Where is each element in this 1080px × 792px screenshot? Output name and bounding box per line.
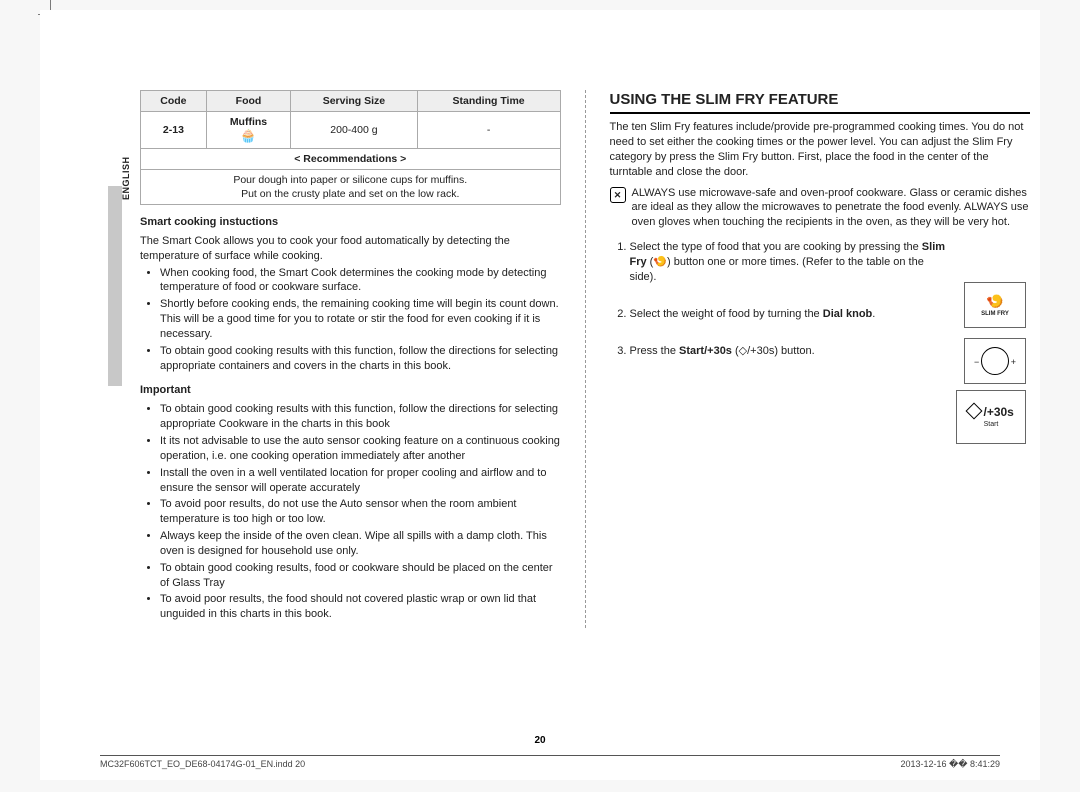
cell-food: Muffins 🧁 bbox=[206, 112, 290, 148]
dial-icon: − + bbox=[981, 347, 1009, 375]
important-list: To obtain good cooking results with this… bbox=[140, 402, 561, 622]
page-content: ENGLISH Code Food Serving Size Standing … bbox=[140, 90, 1030, 628]
list-item: When cooking food, the Smart Cook determ… bbox=[160, 266, 561, 296]
language-label: ENGLISH bbox=[120, 156, 132, 200]
cell-time: - bbox=[417, 112, 560, 148]
warning-text: ALWAYS use microwave-safe and oven-proof… bbox=[632, 186, 1031, 231]
warning-icon: ✕ bbox=[610, 187, 626, 203]
slim-fry-icon: 🍤 bbox=[986, 292, 1003, 311]
warning-block: ✕ ALWAYS use microwave-safe and oven-pro… bbox=[610, 186, 1031, 231]
print-footer: MC32F606TCT_EO_DE68-04174G-01_EN.indd 20… bbox=[100, 755, 1000, 770]
list-item: It its not advisable to use the auto sen… bbox=[160, 434, 561, 464]
start-button-illustration: /+30s Start bbox=[956, 390, 1026, 444]
muffin-icon: 🧁 bbox=[240, 129, 256, 142]
list-item: Install the oven in a well ventilated lo… bbox=[160, 466, 561, 496]
list-item: To obtain good cooking results, food or … bbox=[160, 561, 561, 591]
footer-timestamp: 2013-12-16 �� 8:41:29 bbox=[900, 759, 1000, 770]
step-1: Select the type of food that you are coo… bbox=[630, 240, 1031, 285]
th-time: Standing Time bbox=[417, 91, 560, 112]
smart-cooking-heading: Smart cooking instuctions bbox=[140, 215, 561, 230]
page-number: 20 bbox=[40, 735, 1040, 746]
food-table: Code Food Serving Size Standing Time 2-1… bbox=[140, 90, 561, 205]
list-item: Shortly before cooking ends, the remaini… bbox=[160, 297, 561, 342]
smart-cooking-intro: The Smart Cook allows you to cook your f… bbox=[140, 234, 561, 264]
step-bold: Start/+30s bbox=[679, 345, 732, 357]
start-sub-label: Start bbox=[984, 420, 999, 429]
list-item: Always keep the inside of the oven clean… bbox=[160, 529, 561, 559]
start-30s-label: +30s bbox=[987, 405, 1014, 419]
dial-knob-illustration: − + bbox=[964, 338, 1026, 384]
column-divider bbox=[585, 90, 586, 628]
cell-size: 200-400 g bbox=[291, 112, 418, 148]
th-food: Food bbox=[206, 91, 290, 112]
cell-code: 2-13 bbox=[141, 112, 207, 148]
footer-filename: MC32F606TCT_EO_DE68-04174G-01_EN.indd 20 bbox=[100, 759, 305, 770]
recommendations-header: < Recommendations > bbox=[141, 148, 561, 169]
th-code: Code bbox=[141, 91, 207, 112]
right-column: USING THE SLIM FRY FEATURE The ten Slim … bbox=[610, 90, 1031, 628]
table-row: 2-13 Muffins 🧁 200-400 g - bbox=[141, 112, 561, 148]
list-item: To avoid poor results, the food should n… bbox=[160, 592, 561, 622]
step-text: Press the bbox=[630, 345, 680, 357]
step-text: Select the weight of food by turning the bbox=[630, 308, 823, 320]
slim-fry-button-illustration: 🍤 SLIM FRY bbox=[964, 282, 1026, 328]
slim-fry-intro: The ten Slim Fry features include/provid… bbox=[610, 120, 1031, 179]
cell-food-text: Muffins bbox=[230, 116, 267, 128]
table-row: < Recommendations > bbox=[141, 148, 561, 169]
table-row: Pour dough into paper or silicone cups f… bbox=[141, 169, 561, 204]
step-text: . bbox=[872, 308, 875, 320]
step-text: (◇/+30s) button. bbox=[732, 345, 815, 357]
slim-fry-label: SLIM FRY bbox=[981, 310, 1009, 318]
manual-page: ENGLISH Code Food Serving Size Standing … bbox=[40, 10, 1040, 780]
minus-icon: − bbox=[974, 356, 979, 368]
start-diamond-icon bbox=[966, 403, 983, 420]
left-column: ENGLISH Code Food Serving Size Standing … bbox=[140, 90, 561, 628]
language-tab bbox=[108, 186, 122, 386]
list-item: To obtain good cooking results with this… bbox=[160, 344, 561, 374]
slim-fry-title: USING THE SLIM FRY FEATURE bbox=[610, 90, 1031, 114]
smart-cooking-list: When cooking food, the Smart Cook determ… bbox=[140, 266, 561, 374]
plus-icon: + bbox=[1011, 356, 1016, 368]
list-item: To avoid poor results, do not use the Au… bbox=[160, 497, 561, 527]
table-header-row: Code Food Serving Size Standing Time bbox=[141, 91, 561, 112]
list-item: To obtain good cooking results with this… bbox=[160, 402, 561, 432]
step-text: (🍤) button one or more times. (Refer to … bbox=[630, 256, 924, 283]
th-size: Serving Size bbox=[291, 91, 418, 112]
important-heading: Important bbox=[140, 383, 561, 398]
step-text: Select the type of food that you are coo… bbox=[630, 241, 922, 253]
step-bold: Dial knob bbox=[823, 308, 873, 320]
recommendations-body: Pour dough into paper or silicone cups f… bbox=[141, 169, 561, 204]
